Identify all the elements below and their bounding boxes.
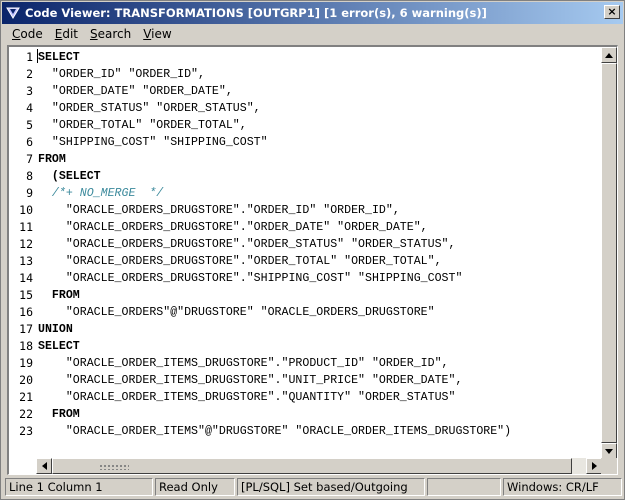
line-number: 9 — [26, 186, 33, 200]
code-line: FROM — [38, 153, 66, 166]
code-line: /*+ NO_MERGE */ — [38, 187, 164, 200]
line-number: 15 — [19, 288, 33, 302]
code-line: "ORACLE_ORDER_ITEMS"@"DRUGSTORE" "ORACLE… — [38, 425, 512, 438]
status-empty-cell — [427, 478, 501, 496]
code-line: "ORACLE_ORDERS_DRUGSTORE"."SHIPPING_COST… — [38, 272, 463, 285]
scrollbar-corner — [601, 458, 617, 474]
status-language: [PL/SQL] Set based/Outgoing — [237, 478, 425, 496]
line-number: 22 — [19, 407, 33, 421]
line-number: 21 — [19, 390, 33, 404]
horizontal-scroll-thumb[interactable] — [52, 458, 572, 474]
code-text-area[interactable]: SELECT "ORDER_ID" "ORDER_ID", "ORDER_DAT… — [36, 47, 602, 459]
arrow-right-icon — [591, 462, 597, 470]
code-line: "ORDER_DATE" "ORDER_DATE", — [38, 85, 233, 98]
vertical-scroll-thumb[interactable] — [601, 63, 617, 443]
line-number: 20 — [19, 373, 33, 387]
line-number: 19 — [19, 356, 33, 370]
gutter-corner — [9, 458, 36, 474]
app-logo-icon — [5, 5, 21, 21]
code-editor[interactable]: 1 2 3 4 5 6 7 8 9 10 11 12 13 14 15 16 17 18 19 20 21 22 23 SE… — [7, 45, 618, 475]
menu-search[interactable]: Search — [84, 27, 137, 41]
line-number: 8 — [26, 169, 33, 183]
line-number: 2 — [26, 67, 33, 81]
line-number: 13 — [19, 254, 33, 268]
scroll-up-button[interactable] — [601, 47, 617, 63]
code-line: "ORACLE_ORDER_ITEMS_DRUGSTORE"."PRODUCT_… — [38, 357, 449, 370]
line-number-gutter: 1 2 3 4 5 6 7 8 9 10 11 12 13 14 15 16 17 18 19 20 21 22 23 — [9, 47, 36, 459]
line-number: 14 — [19, 271, 33, 285]
menu-view[interactable]: View — [137, 27, 177, 41]
code-line: "ORACLE_ORDERS_DRUGSTORE"."ORDER_STATUS"… — [38, 238, 456, 251]
line-number: 4 — [26, 101, 33, 115]
code-line: UNION — [38, 323, 73, 336]
scroll-down-button[interactable] — [601, 443, 617, 459]
menu-code[interactable]: Code — [6, 27, 49, 41]
status-read-only: Read Only — [155, 478, 235, 496]
code-line: "ORDER_ID" "ORDER_ID", — [38, 68, 205, 81]
code-viewer-window: Code Viewer: TRANSFORMATIONS [OUTGRP1] [… — [0, 0, 625, 500]
close-button[interactable]: × — [604, 5, 620, 19]
vertical-scrollbar[interactable] — [601, 47, 617, 459]
arrow-down-icon — [605, 448, 613, 454]
line-number: 11 — [19, 220, 33, 234]
code-line: "ORACLE_ORDER_ITEMS_DRUGSTORE"."QUANTITY… — [38, 391, 456, 404]
line-number: 3 — [26, 84, 33, 98]
line-number: 10 — [19, 203, 33, 217]
code-line: FROM — [38, 408, 80, 421]
line-number: 5 — [26, 118, 33, 132]
code-line: FROM — [38, 289, 80, 302]
status-line-endings: Windows: CR/LF — [503, 478, 622, 496]
code-line: SELECT — [38, 340, 80, 353]
code-line: SELECT — [38, 51, 80, 64]
horizontal-scrollbar[interactable] — [36, 458, 602, 474]
window-title: Code Viewer: TRANSFORMATIONS [OUTGRP1] [… — [25, 6, 487, 20]
status-bar: Line 1 Column 1 Read Only [PL/SQL] Set b… — [5, 478, 622, 496]
line-number: 6 — [26, 135, 33, 149]
code-line: "ORACLE_ORDERS_DRUGSTORE"."ORDER_TOTAL" … — [38, 255, 442, 268]
code-line: "ORACLE_ORDERS_DRUGSTORE"."ORDER_ID" "OR… — [38, 204, 400, 217]
grip-icon — [99, 464, 129, 470]
menu-edit[interactable]: Edit — [49, 27, 84, 41]
code-line: "ORACLE_ORDER_ITEMS_DRUGSTORE"."UNIT_PRI… — [38, 374, 463, 387]
code-line: "ORDER_STATUS" "ORDER_STATUS", — [38, 102, 261, 115]
code-line: "ORACLE_ORDERS"@"DRUGSTORE" "ORACLE_ORDE… — [38, 306, 435, 319]
line-number: 17 — [19, 322, 33, 336]
status-cursor-position: Line 1 Column 1 — [5, 478, 153, 496]
arrow-up-icon — [605, 52, 613, 58]
scroll-left-button[interactable] — [36, 458, 52, 474]
scroll-right-button[interactable] — [586, 458, 602, 474]
line-number: 23 — [19, 424, 33, 438]
line-number: 7 — [26, 152, 33, 166]
line-number: 18 — [19, 339, 33, 353]
line-number: 1 — [26, 50, 33, 64]
code-line: (SELECT — [38, 170, 101, 183]
arrow-left-icon — [41, 462, 47, 470]
title-bar[interactable]: Code Viewer: TRANSFORMATIONS [OUTGRP1] [… — [2, 2, 623, 24]
code-line: "ORACLE_ORDERS_DRUGSTORE"."ORDER_DATE" "… — [38, 221, 428, 234]
menu-bar: Code Edit Search View — [2, 24, 623, 44]
code-line: "SHIPPING_COST" "SHIPPING_COST" — [38, 136, 268, 149]
line-number: 12 — [19, 237, 33, 251]
line-number: 16 — [19, 305, 33, 319]
code-line: "ORDER_TOTAL" "ORDER_TOTAL", — [38, 119, 247, 132]
